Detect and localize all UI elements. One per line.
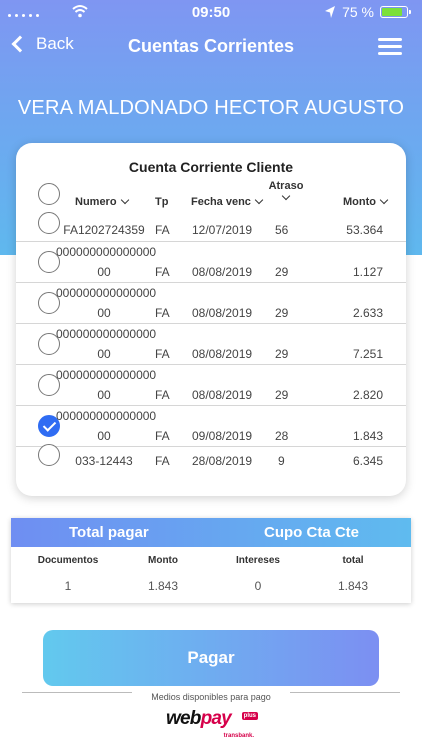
row-tp: FA: [155, 388, 170, 402]
row-fecha: 28/08/2019: [192, 454, 253, 468]
row-tp: FA: [155, 347, 170, 361]
webpay-logo-text-b: pay: [200, 708, 232, 729]
webpay-logo-text-a: web: [166, 708, 201, 729]
documentos-label: Documentos: [37, 555, 99, 566]
row-atraso: 29: [275, 347, 289, 361]
row-numero-cont: 00: [97, 388, 111, 402]
summary-header: Total pagar Cupo Cta Cte: [11, 518, 411, 547]
table-header: Numero Tp Fecha venc Atraso Monto: [16, 180, 406, 213]
row-fecha: 09/08/2019: [192, 429, 253, 443]
monto-label: Monto: [148, 555, 178, 566]
table-row[interactable]: 000000000000000 00 FA 08/08/2019 29 1.12…: [16, 242, 406, 283]
row-numero-cont: 00: [97, 265, 111, 279]
select-all-radio[interactable]: [38, 183, 60, 205]
cupo-cta-cte-label: Cupo Cta Cte: [264, 524, 359, 541]
row-tp: FA: [155, 265, 170, 279]
documentos-value: 1: [64, 579, 72, 593]
row-numero: 000000000000000: [56, 286, 157, 300]
transbank-label: transbank.: [223, 733, 254, 739]
page-title: Cuentas Corrientes: [127, 36, 295, 56]
row-tp: FA: [155, 223, 170, 237]
row-numero: 000000000000000: [56, 245, 157, 259]
row-atraso: 29: [275, 265, 289, 279]
row-numero: FA1202724359: [63, 223, 145, 237]
menu-icon[interactable]: [378, 38, 402, 55]
chevron-down-icon: [379, 195, 389, 205]
monto-value: 1.843: [147, 579, 179, 593]
table-row[interactable]: 000000000000000 00 FA 08/08/2019 29 2.82…: [16, 365, 406, 406]
pay-button[interactable]: Pagar: [43, 630, 379, 686]
chevron-down-icon: [281, 191, 291, 201]
chevron-down-icon: [254, 195, 264, 205]
row-atraso: 9: [278, 454, 285, 468]
invoice-list: FA1202724359 FA 12/07/2019 56 53.364 000…: [16, 212, 406, 472]
row-atraso: 28: [275, 429, 289, 443]
total-value: 1.843: [337, 579, 369, 593]
row-fecha: 08/08/2019: [192, 347, 253, 361]
table-row[interactable]: FA1202724359 FA 12/07/2019 56 53.364: [16, 212, 406, 242]
row-fecha: 12/07/2019: [192, 223, 253, 237]
column-numero[interactable]: Numero: [75, 195, 129, 208]
card-title: Cuenta Corriente Cliente: [128, 159, 294, 175]
chevron-down-icon: [120, 195, 129, 205]
column-monto[interactable]: Monto: [343, 195, 389, 208]
row-numero-cont: 00: [97, 306, 111, 320]
battery-percent: 75 %: [342, 4, 374, 20]
row-monto: 6.345: [352, 454, 383, 468]
row-fecha: 08/08/2019: [192, 265, 253, 279]
total-label: total: [342, 555, 364, 566]
table-row[interactable]: 000000000000000 00 FA 08/08/2019 29 2.63…: [16, 283, 406, 324]
row-numero-cont: 00: [97, 429, 111, 443]
webpay-logo: webpay plus transbank.: [166, 708, 258, 744]
webpay-plus-badge: plus: [241, 712, 258, 720]
status-bar: 09:50 75 %: [0, 0, 422, 24]
table-row[interactable]: 033-12443 FA 28/08/2019 9 6.345: [16, 444, 406, 472]
payment-methods-note: Medios disponibles para pago: [151, 692, 271, 702]
table-row[interactable]: 000000000000000 00 FA 09/08/2019 28 1.84…: [16, 406, 406, 447]
row-fecha: 08/08/2019: [192, 306, 253, 320]
row-numero: 000000000000000: [56, 409, 157, 423]
location-arrow-icon: [325, 6, 335, 18]
table-row[interactable]: 000000000000000 00 FA 08/08/2019 29 7.25…: [16, 324, 406, 365]
row-tp: FA: [155, 429, 170, 443]
row-atraso: 56: [275, 223, 289, 237]
row-monto: 1.127: [352, 265, 383, 279]
row-numero: 000000000000000: [56, 327, 157, 341]
column-tp: Tp: [155, 196, 169, 208]
row-numero: 000000000000000: [56, 368, 157, 382]
row-fecha: 08/08/2019: [192, 388, 253, 402]
account-card: Cuenta Corriente Cliente Numero Tp Fecha…: [16, 143, 406, 496]
row-monto: 2.820: [352, 388, 383, 402]
row-tp: FA: [155, 454, 170, 468]
row-monto: 1.843: [352, 429, 383, 443]
row-atraso: 29: [275, 306, 289, 320]
row-tp: FA: [155, 306, 170, 320]
navigation-bar: Back Cuentas Corrientes: [0, 28, 422, 68]
column-atraso-label: Atraso: [268, 180, 304, 192]
total-pagar-label: Total pagar: [69, 524, 149, 541]
row-monto: 7.251: [352, 347, 383, 361]
payment-summary: Total pagar Cupo Cta Cte Documentos Mont…: [11, 518, 411, 603]
intereses-label: Intereses: [236, 555, 280, 566]
row-monto: 53.364: [346, 223, 383, 237]
row-numero-cont: 00: [97, 347, 111, 361]
column-fecha[interactable]: Fecha venc: [191, 195, 264, 208]
battery-icon: [380, 6, 411, 18]
intereses-value: 0: [254, 579, 262, 593]
row-monto: 2.633: [352, 306, 383, 320]
column-fecha-label: Fecha venc: [191, 196, 251, 208]
column-monto-label: Monto: [343, 196, 376, 208]
column-numero-label: Numero: [75, 196, 117, 208]
customer-name: VERA MALDONADO HECTOR AUGUSTO: [17, 97, 405, 119]
row-atraso: 29: [275, 388, 289, 402]
row-numero: 033-12443: [75, 454, 133, 468]
column-atraso[interactable]: Atraso: [268, 180, 304, 204]
